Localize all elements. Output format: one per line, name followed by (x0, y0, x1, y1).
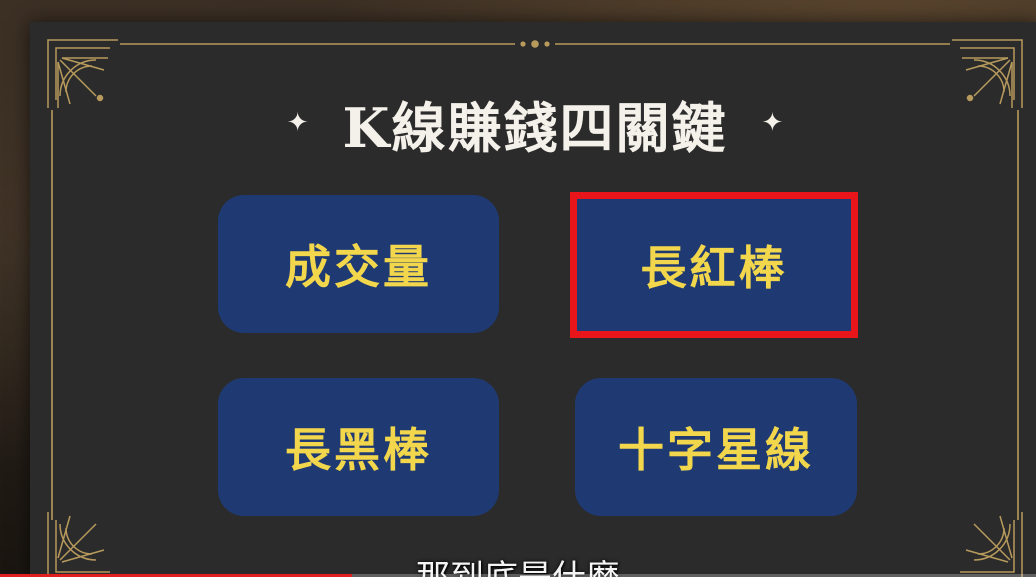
key-box-label: 十字星線 (618, 423, 814, 477)
key-box-label: 長黑棒 (285, 423, 432, 477)
key-box-label: 長紅棒 (640, 241, 788, 295)
title-row: ✦ K線賺錢四關鍵 ✦ (0, 88, 1036, 160)
key-box-long-red-candle[interactable]: 長紅棒 (570, 192, 858, 338)
key-box-label: 成交量 (285, 240, 432, 294)
key-box-long-black-candle[interactable]: 長黑棒 (218, 378, 499, 516)
sparkle-right-icon: ✦ (761, 108, 784, 138)
page-title: K線賺錢四關鍵 (342, 95, 728, 160)
video-frame: ✦ K線賺錢四關鍵 ✦ 成交量 長紅棒 長黑棒 十字星線 那到底是什麼 (0, 0, 1036, 577)
sparkle-left-icon: ✦ (286, 108, 309, 138)
key-box-doji-cross[interactable]: 十字星線 (575, 378, 857, 516)
key-box-volume[interactable]: 成交量 (218, 195, 499, 333)
